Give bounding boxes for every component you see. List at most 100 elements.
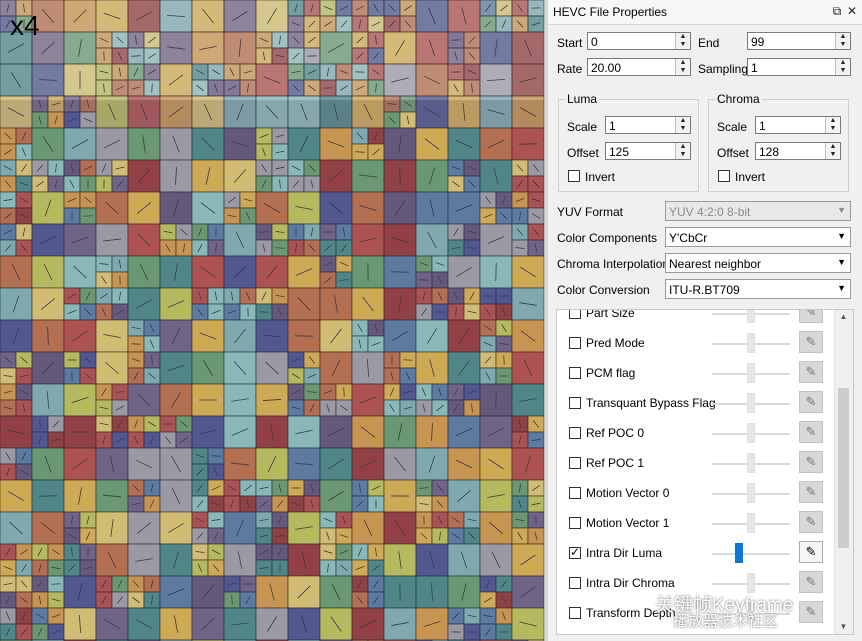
video-viewer[interactable]: x4 — [0, 0, 544, 641]
opacity-slider-handle[interactable] — [747, 483, 755, 503]
overlay-row[interactable]: Transquant Bypass Flag ✎ — [557, 388, 835, 418]
luma-offset-label: Offset — [567, 146, 599, 160]
chroma-offset-value: 128 — [759, 145, 780, 159]
sampling-spinbox[interactable]: 1 ▲ ▼ — [747, 58, 851, 76]
chevron-down-icon[interactable]: ▼ — [837, 283, 846, 293]
overlay-label: PCM flag — [586, 366, 636, 380]
opacity-slider-handle[interactable] — [747, 333, 755, 353]
chroma-interpolation-label: Chroma Interpolation — [557, 257, 670, 271]
spin-arrows-icon[interactable]: ▲ ▼ — [835, 59, 850, 75]
pencil-icon[interactable]: ✎ — [799, 511, 823, 533]
overlay-row[interactable]: Motion Vector 0 ✎ — [557, 478, 835, 508]
luma-offset-spinbox[interactable]: 125 ▲ ▼ — [605, 142, 691, 160]
overlay-row[interactable]: Intra Dir Luma ✎ — [557, 538, 835, 568]
luma-scale-value: 1 — [609, 119, 616, 133]
overlay-checkbox[interactable] — [569, 517, 581, 529]
float-window-icon[interactable]: ⧉ — [830, 4, 844, 18]
intra-direction-arrow — [343, 387, 345, 397]
overlay-checkbox[interactable] — [569, 487, 581, 499]
overlay-row[interactable]: Pred Mode ✎ — [557, 328, 835, 358]
opacity-slider-handle[interactable] — [747, 363, 755, 383]
pencil-icon[interactable]: ✎ — [799, 541, 823, 563]
chroma-invert-checkbox[interactable] — [718, 170, 730, 182]
overlay-row[interactable]: Part Size ✎ — [557, 310, 835, 328]
scroll-up-icon[interactable]: ▲ — [835, 310, 852, 324]
overlay-row[interactable]: Ref POC 0 ✎ — [557, 418, 835, 448]
start-spinbox[interactable]: 0 ▲ ▼ — [587, 32, 691, 50]
luma-invert-checkbox[interactable] — [568, 170, 580, 182]
luma-invert-label: Invert — [585, 170, 616, 184]
pencil-icon[interactable]: ✎ — [799, 331, 823, 353]
chroma-scale-label: Scale — [717, 120, 748, 134]
panel-title-bar: HEVC File Properties ⧉ ✕ — [548, 0, 862, 25]
sampling-value: 1 — [751, 61, 758, 75]
spin-arrows-icon[interactable]: ▲ ▼ — [825, 143, 840, 159]
chroma-invert-label: Invert — [735, 170, 766, 184]
overlay-checkbox[interactable] — [569, 427, 581, 439]
chroma-offset-spinbox[interactable]: 128 ▲ ▼ — [755, 142, 841, 160]
overlay-label: Ref POC 0 — [586, 426, 645, 440]
overlay-checkbox[interactable] — [569, 310, 581, 319]
spin-arrows-icon[interactable]: ▲ ▼ — [675, 143, 690, 159]
spin-arrows-icon[interactable]: ▲ ▼ — [675, 33, 690, 49]
pencil-icon[interactable]: ✎ — [799, 601, 823, 623]
opacity-slider-handle[interactable] — [747, 513, 755, 533]
overlay-list[interactable]: Part Size ✎ Pred Mode ✎ PCM flag ✎ Transquant … — [556, 309, 854, 635]
chevron-down-icon[interactable]: ▼ — [837, 257, 846, 267]
overlay-row[interactable]: Motion Vector 1 ✎ — [557, 508, 835, 538]
color-conversion-select[interactable]: ITU-R.BT709 ▼ — [665, 279, 851, 299]
chroma-scale-spinbox[interactable]: 1 ▲ ▼ — [755, 116, 841, 134]
scrollbar-thumb[interactable] — [838, 388, 849, 548]
overlay-label: Intra Dir Luma — [586, 546, 663, 560]
overlay-label: Motion Vector 1 — [586, 516, 670, 530]
overlay-checkbox[interactable] — [569, 607, 581, 619]
overlay-checkbox[interactable] — [569, 457, 581, 469]
opacity-slider-handle[interactable] — [747, 423, 755, 443]
overlay-row[interactable]: PCM flag ✎ — [557, 358, 835, 388]
close-icon[interactable]: ✕ — [845, 4, 859, 18]
spin-arrows-icon[interactable]: ▲ ▼ — [825, 117, 840, 133]
opacity-slider-handle[interactable] — [747, 453, 755, 473]
end-spinbox[interactable]: 99 ▲ ▼ — [747, 32, 851, 50]
pencil-icon[interactable]: ✎ — [799, 361, 823, 383]
overlay-label: Intra Dir Chroma — [586, 576, 675, 590]
pencil-icon[interactable]: ✎ — [799, 571, 823, 593]
color-components-select[interactable]: Y'CbCr ▼ — [665, 227, 851, 247]
spin-arrows-icon[interactable]: ▲ ▼ — [835, 33, 850, 49]
luma-scale-spinbox[interactable]: 1 ▲ ▼ — [605, 116, 691, 134]
color-conversion-value: ITU-R.BT709 — [669, 283, 740, 297]
frame-overlay-canvas — [0, 0, 544, 641]
opacity-slider-track[interactable] — [712, 553, 790, 555]
chevron-down-icon[interactable]: ▼ — [837, 231, 846, 241]
overlay-checkbox[interactable] — [569, 367, 581, 379]
pencil-icon[interactable]: ✎ — [799, 391, 823, 413]
color-components-label: Color Components — [557, 231, 658, 245]
pencil-icon[interactable]: ✎ — [799, 310, 823, 323]
overlay-checkbox[interactable] — [569, 397, 581, 409]
overlay-checkbox[interactable] — [569, 337, 581, 349]
rate-value: 20.00 — [591, 61, 622, 75]
scroll-down-icon[interactable]: ▼ — [835, 620, 852, 634]
sampling-label: Sampling — [698, 62, 749, 76]
pencil-icon[interactable]: ✎ — [799, 451, 823, 473]
end-value: 99 — [751, 35, 765, 49]
luma-scale-label: Scale — [567, 120, 598, 134]
panel-title: HEVC File Properties — [553, 5, 668, 19]
overlay-list-scrollbar[interactable]: ▲ ▼ — [834, 310, 853, 634]
chroma-interpolation-value: Nearest neighbor — [669, 257, 762, 271]
overlay-checkbox[interactable] — [569, 545, 581, 559]
pencil-icon[interactable]: ✎ — [799, 421, 823, 443]
spin-arrows-icon[interactable]: ▲ ▼ — [675, 117, 690, 133]
pencil-icon[interactable]: ✎ — [799, 481, 823, 503]
opacity-slider-handle[interactable] — [747, 310, 755, 323]
luma-group-title: Luma — [565, 92, 600, 106]
overlay-checkbox[interactable] — [569, 577, 581, 589]
spin-arrows-icon[interactable]: ▲ ▼ — [675, 59, 690, 75]
opacity-slider-handle[interactable] — [747, 393, 755, 413]
overlay-row[interactable]: Ref POC 1 ✎ — [557, 448, 835, 478]
opacity-slider-handle[interactable] — [735, 543, 743, 563]
start-value: 0 — [591, 35, 598, 49]
zoom-level-label: x4 — [10, 10, 40, 41]
rate-spinbox[interactable]: 20.00 ▲ ▼ — [587, 58, 691, 76]
chroma-interpolation-select[interactable]: Nearest neighbor ▼ — [665, 253, 851, 273]
